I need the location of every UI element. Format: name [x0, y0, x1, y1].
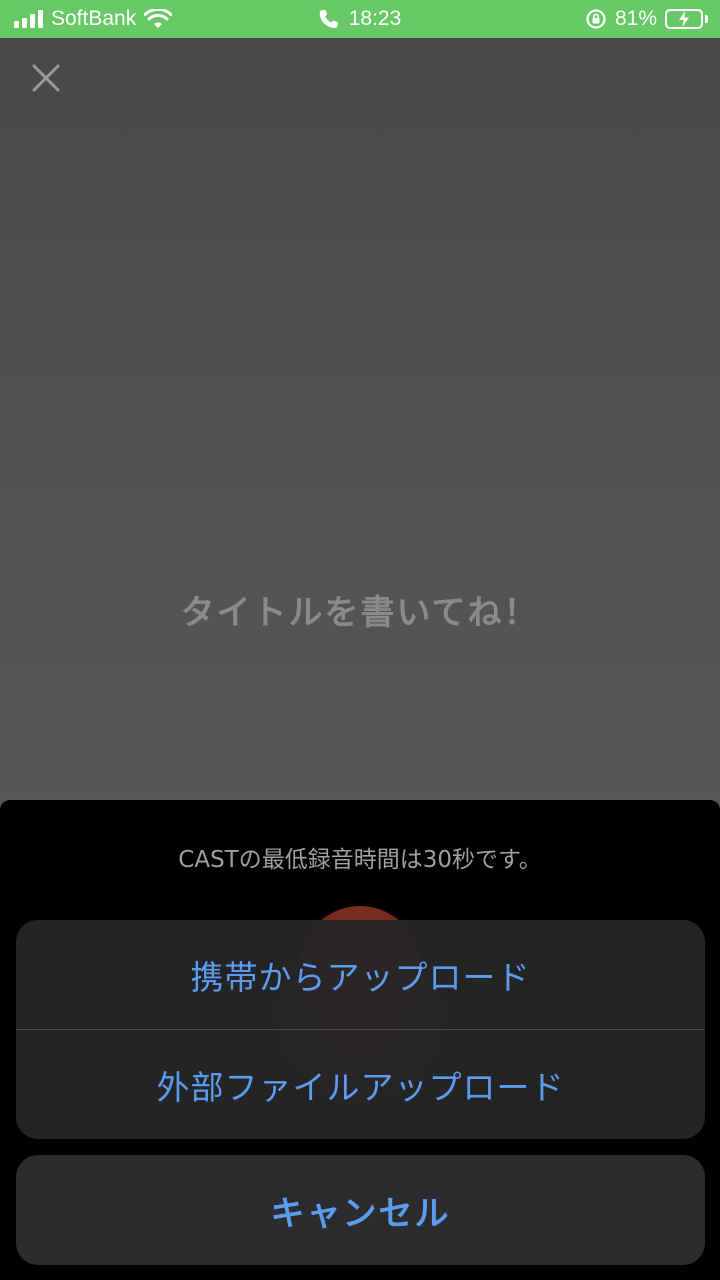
upload-from-phone-button[interactable]: 携帯からアップロード	[16, 920, 705, 1029]
rotation-lock-icon	[586, 9, 606, 29]
battery-percent: 81%	[614, 7, 657, 30]
cellular-signal-icon	[14, 10, 43, 28]
carrier-label: SoftBank	[51, 7, 137, 30]
phone-call-icon	[319, 10, 338, 28]
status-bar-left: SoftBank	[14, 7, 173, 31]
close-icon	[32, 64, 60, 92]
wifi-icon	[144, 9, 173, 28]
status-bar-center: 18:23	[319, 7, 402, 31]
cancel-button[interactable]: キャンセル	[16, 1155, 705, 1265]
status-bar: SoftBank 18:23 81%	[0, 0, 720, 38]
title-placeholder[interactable]: タイトルを書いてね！	[0, 585, 720, 634]
upload-external-file-button[interactable]: 外部ファイルアップロード	[16, 1030, 705, 1139]
minimum-recording-note: CASTの最低録音時間は30秒です。	[178, 847, 542, 873]
clock: 18:23	[348, 7, 402, 30]
close-button[interactable]	[26, 58, 66, 98]
status-bar-right: 81%	[585, 7, 708, 31]
upload-action-sheet: 携帯からアップロード 外部ファイルアップロード	[16, 920, 705, 1139]
battery-charging-icon	[665, 9, 708, 29]
